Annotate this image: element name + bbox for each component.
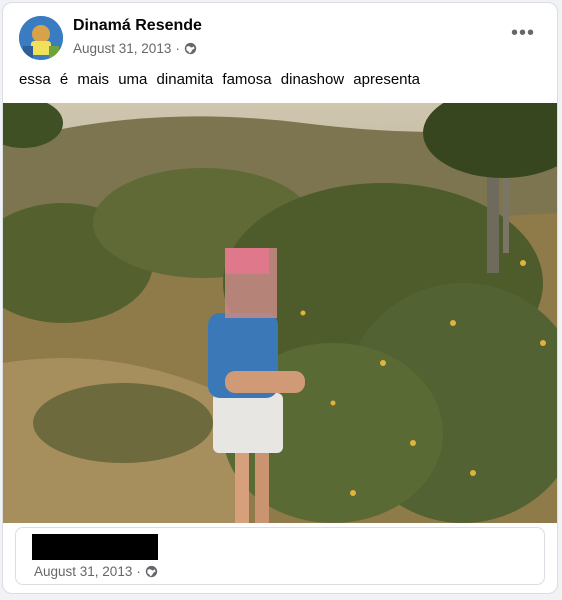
avatar[interactable]	[19, 16, 63, 60]
author-name[interactable]: Dinamá Resende	[73, 17, 202, 35]
redacted-name-block	[32, 534, 158, 560]
post-card: Dinamá Resende August 31, 2013 · ••• ess…	[2, 2, 558, 594]
shared-post-meta: August 31, 2013 ·	[34, 564, 158, 579]
post-photo[interactable]	[3, 103, 557, 523]
post-meta: August 31, 2013 ·	[73, 41, 197, 56]
shared-post-date[interactable]: August 31, 2013	[34, 564, 132, 579]
avatar-image	[19, 16, 63, 60]
globe-icon[interactable]	[145, 565, 158, 578]
more-options-icon[interactable]: •••	[511, 23, 535, 43]
post-date[interactable]: August 31, 2013	[73, 41, 171, 56]
photo-image	[3, 103, 557, 523]
date-separator: ·	[136, 564, 141, 579]
date-separator: ·	[175, 41, 180, 56]
shared-post-preview[interactable]: August 31, 2013 ·	[15, 527, 545, 585]
globe-icon[interactable]	[184, 42, 197, 55]
post-caption: essa é mais uma dinamita famosa dinashow…	[19, 71, 421, 88]
